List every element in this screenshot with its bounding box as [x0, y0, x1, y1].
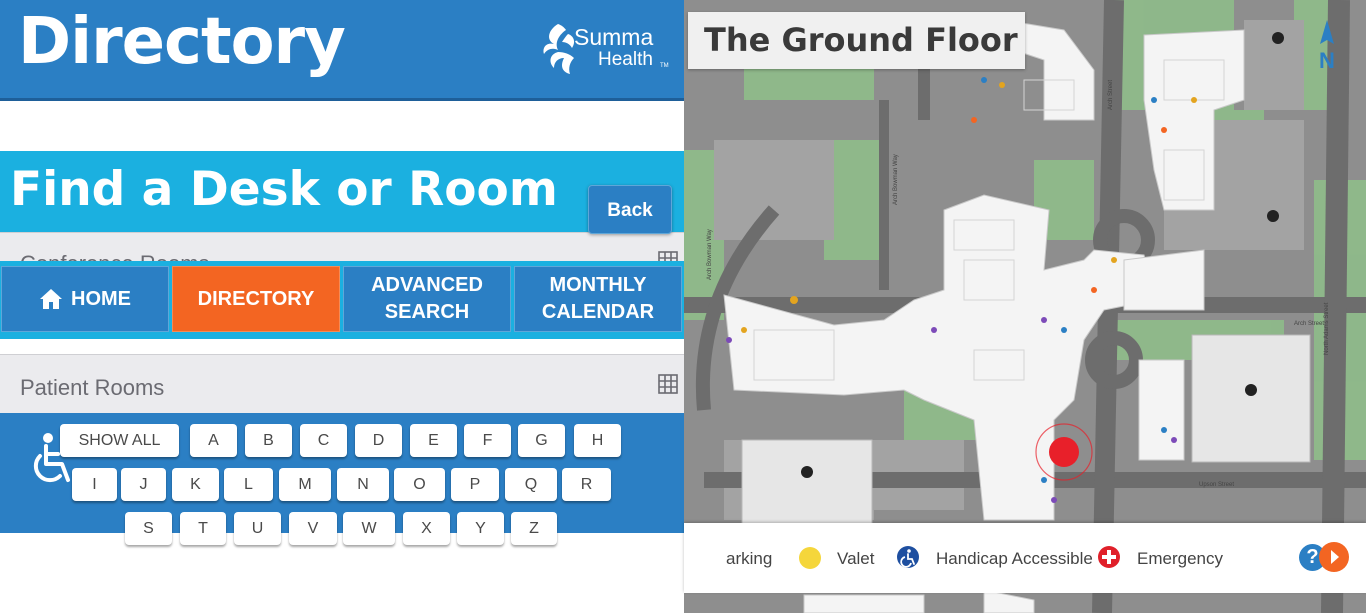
- nav-directory-button[interactable]: DIRECTORY: [172, 266, 340, 332]
- key-k[interactable]: K: [172, 468, 219, 501]
- directory-panel: Directory Summa Health TM Find a Desk or…: [0, 0, 684, 613]
- street-label: Arch Bowman Way: [893, 154, 899, 205]
- key-x[interactable]: X: [403, 512, 450, 545]
- key-i[interactable]: I: [72, 468, 117, 501]
- header-bar: Directory Summa Health TM: [0, 0, 684, 101]
- valet-icon: [799, 547, 821, 569]
- you-are-here-marker: [1049, 437, 1079, 467]
- key-h[interactable]: H: [574, 424, 621, 457]
- nav-home-button[interactable]: HOME: [1, 266, 169, 332]
- logo-text-summa: Summa: [574, 24, 654, 50]
- key-s[interactable]: S: [125, 512, 172, 545]
- emergency-icon: [1098, 546, 1120, 568]
- summa-logo-mark-icon: [543, 24, 575, 74]
- legend-handicap-label: Handicap Accessible: [936, 549, 1093, 568]
- key-m[interactable]: M: [279, 468, 331, 501]
- nav-monthly-calendar-button[interactable]: MONTHLY CALENDAR: [514, 266, 682, 332]
- key-r[interactable]: R: [562, 468, 611, 501]
- key-q[interactable]: Q: [505, 468, 557, 501]
- key-n[interactable]: N: [337, 468, 389, 501]
- nav-calendar-label-1: MONTHLY: [549, 274, 647, 296]
- page-title: Directory: [18, 5, 346, 79]
- key-t[interactable]: T: [180, 512, 226, 545]
- nav-directory-label: DIRECTORY: [197, 287, 315, 310]
- key-y[interactable]: Y: [457, 512, 504, 545]
- street-label: Arch Street: [1108, 80, 1114, 110]
- floor-map[interactable]: N Arch Street Upson Street Arch Street A…: [684, 0, 1366, 613]
- find-heading: Find a Desk or Room: [10, 162, 558, 217]
- key-z[interactable]: Z: [511, 512, 557, 545]
- logo-text-health: Health: [598, 49, 653, 70]
- legend-parking-label: arking: [726, 549, 773, 568]
- key-e[interactable]: E: [410, 424, 457, 457]
- key-v[interactable]: V: [289, 512, 337, 545]
- key-c[interactable]: C: [300, 424, 347, 457]
- key-p[interactable]: P: [451, 468, 499, 501]
- street-label: Upson Street: [1199, 482, 1234, 488]
- key-g[interactable]: G: [518, 424, 565, 457]
- map-panel: N Arch Street Upson Street Arch Street A…: [684, 0, 1366, 613]
- key-j[interactable]: J: [121, 468, 166, 501]
- logo-trademark: TM: [660, 63, 669, 69]
- category-row-patient-rooms[interactable]: Patient Rooms: [0, 354, 684, 413]
- grid-icon: [658, 374, 678, 394]
- back-button[interactable]: Back: [588, 185, 672, 234]
- legend-valet-label: Valet: [837, 549, 875, 568]
- key-show-all[interactable]: SHOW ALL: [60, 424, 179, 457]
- key-o[interactable]: O: [394, 468, 445, 501]
- nav-advanced-label-2: SEARCH: [384, 301, 470, 323]
- map-legend: arking Valet Handicap Accessible Emergen…: [684, 523, 1366, 593]
- key-f[interactable]: F: [464, 424, 511, 457]
- nav-advanced-search-button[interactable]: ADVANCED SEARCH: [343, 266, 511, 332]
- nav-home-label: HOME: [71, 287, 131, 310]
- key-w[interactable]: W: [343, 512, 395, 545]
- category-label: Patient Rooms: [20, 375, 165, 400]
- legend-next-arrow-icon[interactable]: [1318, 541, 1350, 573]
- alphabet-keyboard: SHOW ALL A B C D E F G H I J K L M N O P…: [0, 413, 684, 545]
- nav-calendar-label-2: CALENDAR: [541, 301, 655, 323]
- legend-emergency-label: Emergency: [1137, 549, 1223, 568]
- compass-north-label: N: [1319, 48, 1335, 73]
- home-icon: [40, 289, 62, 309]
- find-desk-banner: Find a Desk or Room: [0, 151, 684, 232]
- category-row-conference[interactable]: Conference Rooms: [0, 232, 684, 276]
- key-u[interactable]: U: [234, 512, 281, 545]
- nav-advanced-label-1: ADVANCED: [371, 274, 483, 296]
- key-l[interactable]: L: [224, 468, 273, 501]
- key-a[interactable]: A: [190, 424, 237, 457]
- handicap-icon: [897, 546, 919, 568]
- street-label: Arch Street: [1294, 321, 1324, 327]
- wheelchair-accessibility-icon[interactable]: [26, 432, 76, 488]
- street-label: Arch Bowman Way: [707, 229, 713, 280]
- key-d[interactable]: D: [355, 424, 402, 457]
- floor-title: The Ground Floor: [688, 12, 1025, 69]
- summa-health-logo: Summa Health TM: [540, 20, 670, 80]
- key-b[interactable]: B: [245, 424, 292, 457]
- main-nav: HOME DIRECTORY ADVANCED SEARCH MONTHLY C…: [0, 261, 684, 339]
- street-label: North Adams Street: [1324, 302, 1330, 355]
